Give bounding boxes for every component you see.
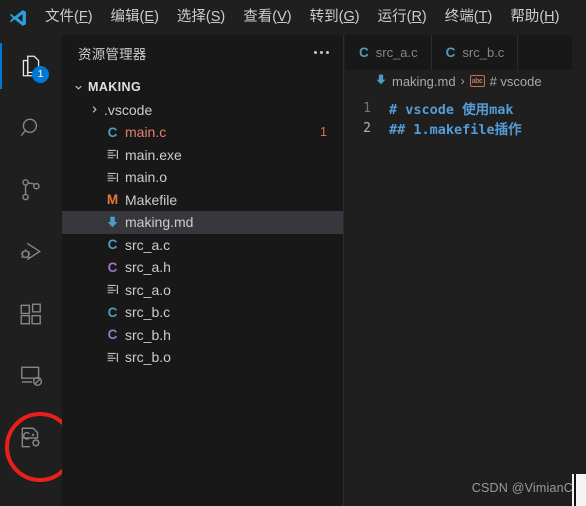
tree-item-label: src_b.o [125, 349, 171, 366]
tree-item-label: Makefile [125, 191, 178, 208]
menu-view[interactable]: 查看(V) [234, 0, 300, 35]
c-source-icon: C [445, 45, 456, 60]
tree-item-src-b-o[interactable]: src_b.o [62, 346, 343, 369]
line-number: 1 [363, 100, 371, 116]
menu-terminal[interactable]: 终端(T) [436, 0, 502, 35]
code-editor[interactable]: 1 # vscode 使用mak 2 ## 1.makefile插作 [345, 92, 586, 139]
tree-item-label: main.exe [125, 146, 182, 163]
c-header-icon: C [107, 327, 118, 343]
tree-item-src-a-c[interactable]: C src_a.c [62, 234, 343, 257]
tree-item-makefile[interactable]: M Makefile [62, 189, 343, 212]
file-tree: MAKING .vscode C main.c 1 main.exe main.… [62, 70, 343, 369]
line-text: ## 1.makefile插作 [389, 122, 522, 138]
explorer-title: 资源管理器 [78, 46, 147, 62]
code-line: 2 ## 1.makefile插作 [345, 118, 586, 139]
tree-item-label: src_a.o [125, 281, 171, 298]
binary-file-icon [102, 283, 123, 296]
tree-item-label: src_b.c [125, 304, 171, 321]
tree-item-label: .vscode [104, 101, 153, 118]
tree-root-making[interactable]: MAKING [62, 76, 343, 99]
remote-explorer-icon [21, 366, 43, 387]
tree-item-label: main.c [125, 124, 167, 141]
markdown-icon [375, 73, 387, 89]
activity-remote-explorer[interactable] [0, 345, 62, 407]
tree-item-src-a-h[interactable]: C src_a.h [62, 256, 343, 279]
tree-item-making-md[interactable]: making.md [62, 211, 343, 234]
tab-label: src_a.c [375, 45, 418, 60]
more-actions-icon[interactable] [314, 51, 329, 54]
tree-item-main-o[interactable]: main.o [62, 166, 343, 189]
explorer-badge: 1 [32, 66, 49, 83]
vscode-window: 文件(F) 编辑(E) 选择(S) 查看(V) 转到(G) 运行(R) 终端(T… [0, 0, 586, 506]
problem-count-badge: 1 [320, 125, 327, 140]
extensions-icon [20, 303, 41, 325]
root-folder-label: MAKING [88, 80, 142, 95]
editor-tab-bar: C src_a.c C src_b.c [345, 35, 586, 70]
menu-bar: 文件(F) 编辑(E) 选择(S) 查看(V) 转到(G) 运行(R) 终端(T… [36, 0, 568, 35]
chevron-right-icon [86, 104, 102, 115]
code-line: 1 # vscode 使用mak [345, 98, 586, 119]
tree-item-src-b-c[interactable]: C src_b.c [62, 301, 343, 324]
tree-item-vscode[interactable]: .vscode [62, 99, 343, 122]
source-control-icon [22, 179, 40, 201]
activity-search[interactable] [0, 97, 62, 159]
vscode-logo-icon [0, 0, 36, 35]
watermark-text: CSDN @VimianC [471, 481, 573, 495]
activity-source-control[interactable] [0, 159, 62, 221]
search-icon [20, 118, 38, 137]
explorer-header: 资源管理器 [62, 35, 343, 70]
markdown-icon [102, 215, 123, 229]
line-text: # vscode 使用mak [389, 102, 514, 118]
c-source-icon: C [107, 237, 118, 253]
run-and-debug-icon [20, 242, 41, 261]
right-edge-strip [572, 0, 586, 506]
tab-src-a-c[interactable]: C src_a.c [345, 35, 432, 70]
c-header-icon: C [107, 259, 118, 275]
binary-file-icon [102, 171, 123, 184]
breadcrumb-file[interactable]: making.md [392, 74, 456, 89]
tree-item-src-a-o[interactable]: src_a.o [62, 279, 343, 302]
breadcrumb-separator: › [460, 74, 465, 88]
binary-file-icon [102, 351, 123, 364]
menu-selection[interactable]: 选择(S) [168, 0, 234, 35]
edge-artifact [572, 474, 586, 506]
tree-item-label: src_a.h [125, 259, 171, 276]
activity-explorer[interactable]: 1 [0, 35, 62, 97]
menu-help[interactable]: 帮助(H) [501, 0, 568, 35]
c-source-icon: C [107, 304, 118, 320]
breadcrumb: making.md › abc # vscode [345, 70, 586, 92]
binary-file-icon [102, 148, 123, 161]
c-source-icon: C [359, 45, 369, 60]
tree-item-label: src_b.h [125, 326, 171, 343]
menu-run[interactable]: 运行(R) [369, 0, 436, 35]
makefile-icon: M [106, 192, 119, 208]
tab-label: src_b.c [462, 45, 505, 60]
tab-src-b-c[interactable]: C src_b.c [431, 35, 519, 70]
breadcrumb-symbol[interactable]: # vscode [490, 74, 542, 89]
menu-go[interactable]: 转到(G) [301, 0, 369, 35]
editor-area: C src_a.c C src_b.c making.md › abc # vs… [345, 35, 586, 506]
c-source-icon: C [107, 124, 118, 140]
chevron-down-icon [70, 82, 86, 93]
tree-item-src-b-h[interactable]: C src_b.h [62, 324, 343, 347]
explorer-sidebar: 资源管理器 MAKING .vscode C main.c 1 main.exe… [62, 35, 344, 506]
cpp-config-icon [21, 427, 40, 448]
tree-item-label: src_a.c [125, 236, 171, 253]
activity-bar: 1 [0, 35, 75, 506]
tree-item-label: main.o [125, 169, 168, 186]
abc-symbol-icon: abc [469, 75, 485, 87]
menu-edit[interactable]: 编辑(E) [102, 0, 168, 35]
title-bar: 文件(F) 编辑(E) 选择(S) 查看(V) 转到(G) 运行(R) 终端(T… [0, 0, 586, 35]
line-number: 2 [363, 120, 371, 136]
activity-cpp-config[interactable] [0, 407, 62, 469]
tree-item-label: making.md [125, 214, 194, 231]
tree-item-main-c[interactable]: C main.c 1 [62, 121, 343, 144]
tree-item-main-exe[interactable]: main.exe [62, 144, 343, 167]
menu-file[interactable]: 文件(F) [36, 0, 102, 35]
activity-extensions[interactable] [0, 283, 62, 345]
activity-run-debug[interactable] [0, 221, 62, 283]
